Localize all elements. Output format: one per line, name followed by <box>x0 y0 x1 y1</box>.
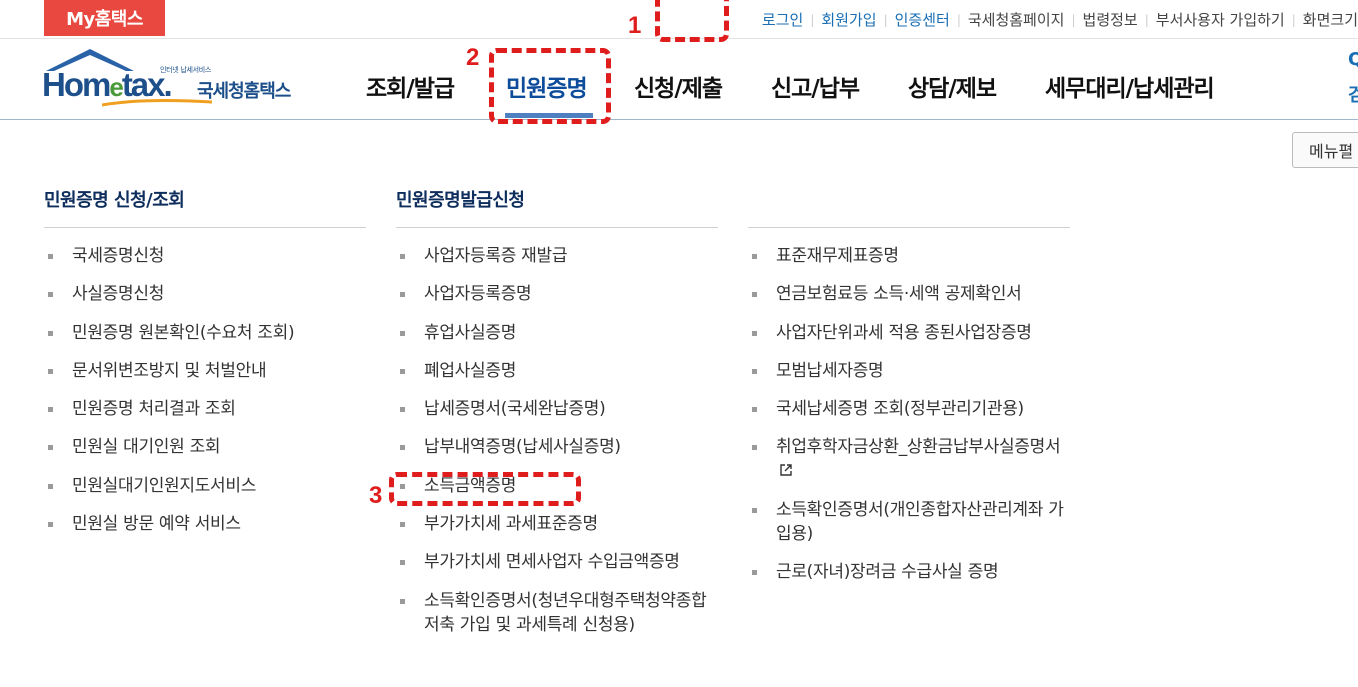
dept-user-signup-link[interactable]: 부서사용자 가입하기 <box>1156 9 1285 30</box>
column-title: 민원증명발급신청 <box>396 190 525 211</box>
separator: | <box>810 12 815 27</box>
menu-item[interactable]: 민원실 방문 예약 서비스 <box>44 512 366 536</box>
gnb-apply-submit[interactable]: 신청/제출 <box>634 69 723 103</box>
menu-item[interactable]: 사업자등록증 재발급 <box>396 244 718 268</box>
menu-item[interactable]: 근로(자녀)장려금 수급사실 증명 <box>748 560 1070 584</box>
annotation-number-1: 1 <box>628 12 642 39</box>
menu-list: 표준재무제표증명 연금보험료등 소득·세액 공제확인서 사업자단위과세 적용 종… <box>748 244 1070 598</box>
annotation-box-income-amount <box>389 472 581 506</box>
menu-item[interactable]: 사업자단위과세 적용 종된사업장증명 <box>748 321 1070 345</box>
menu-item[interactable]: 민원실대기인원지도서비스 <box>44 474 366 498</box>
header-right-fragment-bottom[interactable]: 검 <box>1348 81 1358 107</box>
annotation-number-3: 3 <box>369 482 383 509</box>
menu-item[interactable]: 민원증명 원본확인(수요처 조회) <box>44 321 366 345</box>
column-divider <box>396 227 718 228</box>
column-divider <box>748 227 1070 228</box>
menu-item[interactable]: 표준재무제표증명 <box>748 244 1070 268</box>
signup-link[interactable]: 회원가입 <box>821 9 876 30</box>
annotation-number-2: 2 <box>466 44 480 71</box>
gnb-lookup-issue[interactable]: 조회/발급 <box>366 69 455 103</box>
menu-item[interactable]: 폐업사실증명 <box>396 359 718 383</box>
menu-item[interactable]: 모범납세자증명 <box>748 359 1070 383</box>
my-hometax-button[interactable]: My홈택스 <box>44 0 165 36</box>
menu-item[interactable]: 사업자등록증명 <box>396 282 718 306</box>
column-title: 민원증명 신청/조회 <box>44 190 185 211</box>
gnb-report-pay[interactable]: 신고/납부 <box>771 69 860 103</box>
logo-swoosh-icon <box>102 99 212 107</box>
header: 인터넷 납세서비스 Hometax. 국세청홈택스 조회/발급 민원증명 신청/… <box>0 39 1358 120</box>
menu-item[interactable]: 휴업사실증명 <box>396 321 718 345</box>
separator: | <box>1144 12 1149 27</box>
menu-expand-button[interactable]: 메뉴펼 <box>1292 132 1358 168</box>
menu-item[interactable]: 민원실 대기인원 조회 <box>44 435 366 459</box>
logo-wordmark-hom: Hom <box>42 66 111 103</box>
menu-item[interactable]: 납부내역증명(납세사실증명) <box>396 435 718 459</box>
menu-item[interactable]: 부가가치세 과세표준증명 <box>396 512 718 536</box>
header-right-fragment-top[interactable]: Q <box>1348 49 1358 70</box>
screen-size-link[interactable]: 화면크기 <box>1303 9 1358 30</box>
login-link[interactable]: 로그인 <box>762 9 803 30</box>
nts-homepage-link[interactable]: 국세청홈페이지 <box>968 9 1065 30</box>
menu-item-with-external-link[interactable]: 취업후학자금상환_상환금납부사실증명서 <box>748 435 1070 483</box>
column-divider <box>44 227 366 228</box>
cert-center-link[interactable]: 인증센터 <box>895 9 950 30</box>
menu-item[interactable]: 국세납세증명 조회(정부관리기관용) <box>748 397 1070 421</box>
logo-korean-name: 국세청홈택스 <box>197 81 291 102</box>
annotation-box-login <box>655 0 729 42</box>
gnb-consult-report[interactable]: 상담/제보 <box>908 69 997 103</box>
menu-item[interactable]: 국세증명신청 <box>44 244 366 268</box>
gnb-tax-agent[interactable]: 세무대리/납세관리 <box>1045 69 1215 103</box>
menu-item[interactable]: 소득확인증명서(청년우대형주택청약종합저축 가입 및 과세특례 신청용) <box>396 589 718 637</box>
menu-item[interactable]: 소득확인증명서(개인종합자산관리계좌 가입용) <box>748 498 1070 546</box>
menu-item[interactable]: 문서위변조방지 및 처벌안내 <box>44 359 366 383</box>
menu-list: 국세증명신청 사실증명신청 민원증명 원본확인(수요처 조회) 문서위변조방지 … <box>44 244 366 550</box>
menu-list: 사업자등록증 재발급 사업자등록증명 휴업사실증명 폐업사실증명 납세증명서(국… <box>396 244 718 651</box>
separator: | <box>956 12 961 27</box>
separator: | <box>1071 12 1076 27</box>
hometax-logo[interactable]: 인터넷 납세서비스 Hometax. 국세청홈택스 <box>42 47 317 113</box>
law-info-link[interactable]: 법령정보 <box>1083 9 1138 30</box>
menu-item[interactable]: 연금보험료등 소득·세액 공제확인서 <box>748 282 1070 306</box>
menu-item[interactable]: 사실증명신청 <box>44 282 366 306</box>
utility-links: 로그인 | 회원가입 | 인증센터 | 국세청홈페이지 | 법령정보 | 부서사… <box>762 9 1358 30</box>
logo-wordmark-e: e <box>109 72 124 102</box>
external-link-icon <box>780 464 792 477</box>
menu-item[interactable]: 부가가치세 면세사업자 수입금액증명 <box>396 550 718 574</box>
menu-item[interactable]: 납세증명서(국세완납증명) <box>396 397 718 421</box>
menu-item[interactable]: 민원증명 처리결과 조회 <box>44 397 366 421</box>
menu-item-label: 취업후학자금상환_상환금납부사실증명서 <box>776 437 1061 458</box>
logo-wordmark-tax: tax. <box>121 66 173 103</box>
separator: | <box>1291 12 1296 27</box>
annotation-box-civil-certificate <box>489 48 611 124</box>
separator: | <box>883 12 888 27</box>
